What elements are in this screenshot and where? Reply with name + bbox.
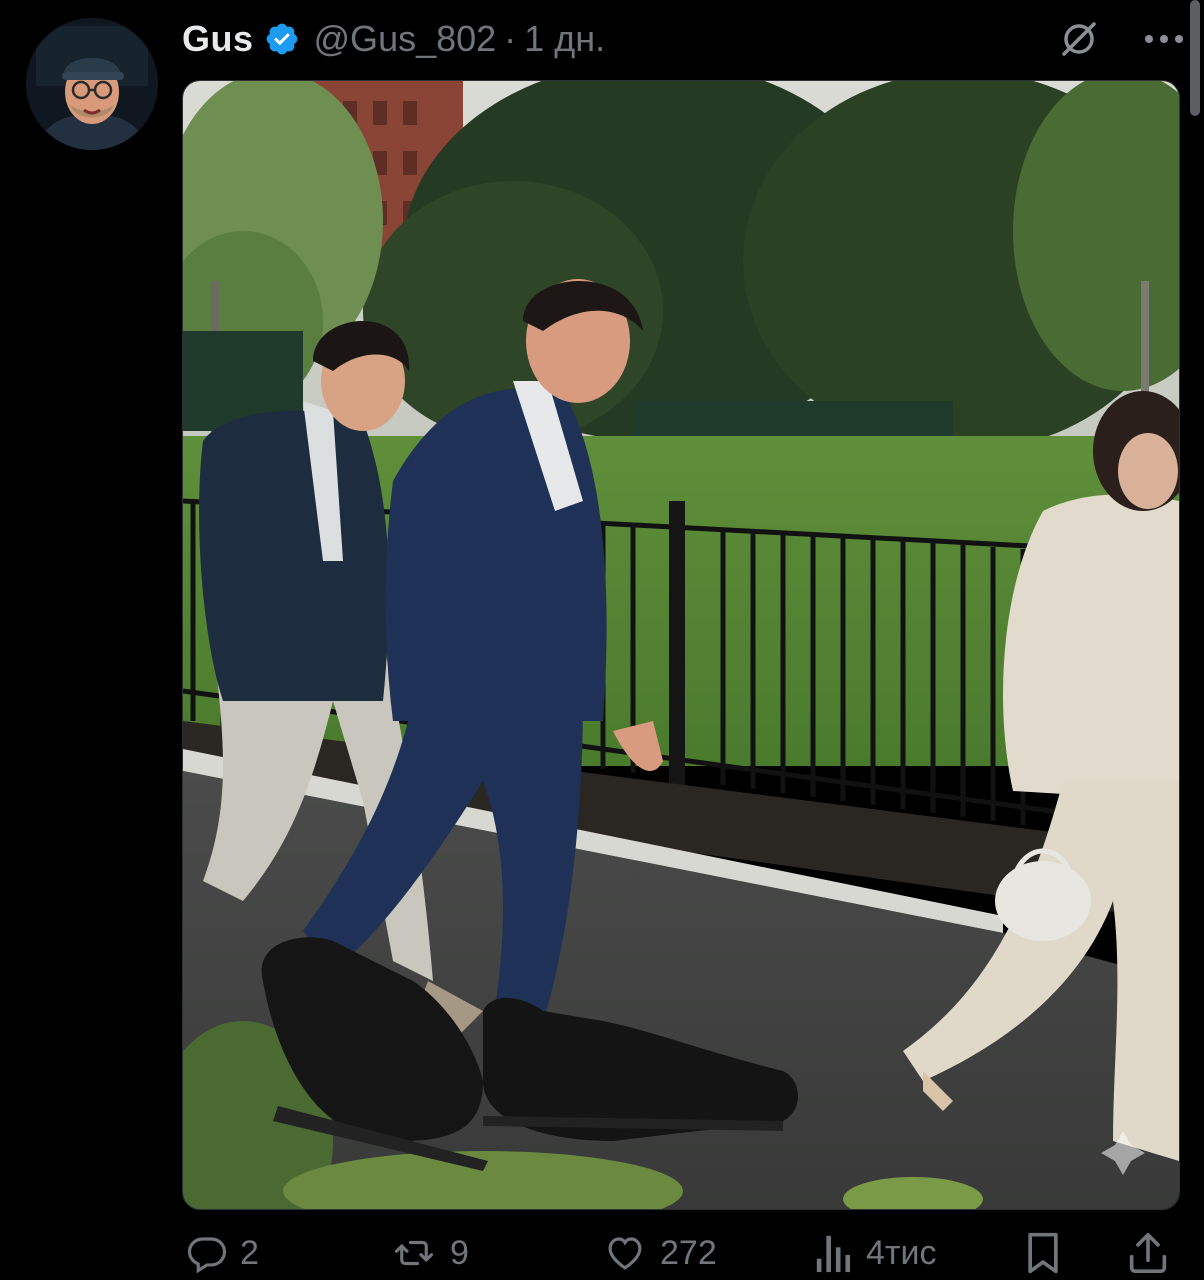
user-handle[interactable]: @Gus_802 (314, 18, 497, 60)
retweet-count: 9 (450, 1233, 469, 1272)
like-count: 272 (660, 1233, 717, 1272)
retweet-icon (390, 1232, 438, 1274)
header-actions (1058, 18, 1184, 60)
retweet-button[interactable]: 9 (390, 1232, 469, 1274)
user-avatar[interactable] (26, 18, 158, 150)
tweet-header: Gus @Gus_802 · 1 дн. (182, 14, 605, 64)
tweet[interactable]: Gus @Gus_802 · 1 дн. 2 9 272 4тис (0, 0, 1204, 1280)
separator-dot: · (504, 18, 517, 59)
reply-icon (186, 1232, 228, 1274)
reply-count: 2 (240, 1233, 259, 1272)
grok-slash-icon[interactable] (1058, 18, 1100, 60)
scrollbar[interactable] (1190, 0, 1200, 116)
timestamp[interactable]: 1 дн. (524, 18, 605, 60)
views-count: 4тис (866, 1233, 937, 1272)
more-options-icon[interactable] (1144, 33, 1184, 45)
heart-icon (602, 1232, 648, 1274)
bookmark-button[interactable] (1024, 1231, 1062, 1275)
share-button[interactable] (1128, 1231, 1168, 1275)
tweet-photo[interactable] (182, 80, 1180, 1210)
views-button[interactable]: 4тис (814, 1232, 936, 1274)
display-name[interactable]: Gus (182, 18, 254, 60)
share-icon (1128, 1231, 1168, 1275)
views-chart-icon (814, 1232, 854, 1274)
tweet-action-bar: 2 9 272 4тис (182, 1226, 1178, 1280)
verified-badge-icon (264, 21, 300, 57)
avatar-image (26, 18, 158, 150)
like-button[interactable]: 272 (602, 1232, 717, 1274)
reply-button[interactable]: 2 (186, 1232, 259, 1274)
bookmark-icon (1024, 1231, 1062, 1275)
photo-illustration (183, 81, 1179, 1209)
